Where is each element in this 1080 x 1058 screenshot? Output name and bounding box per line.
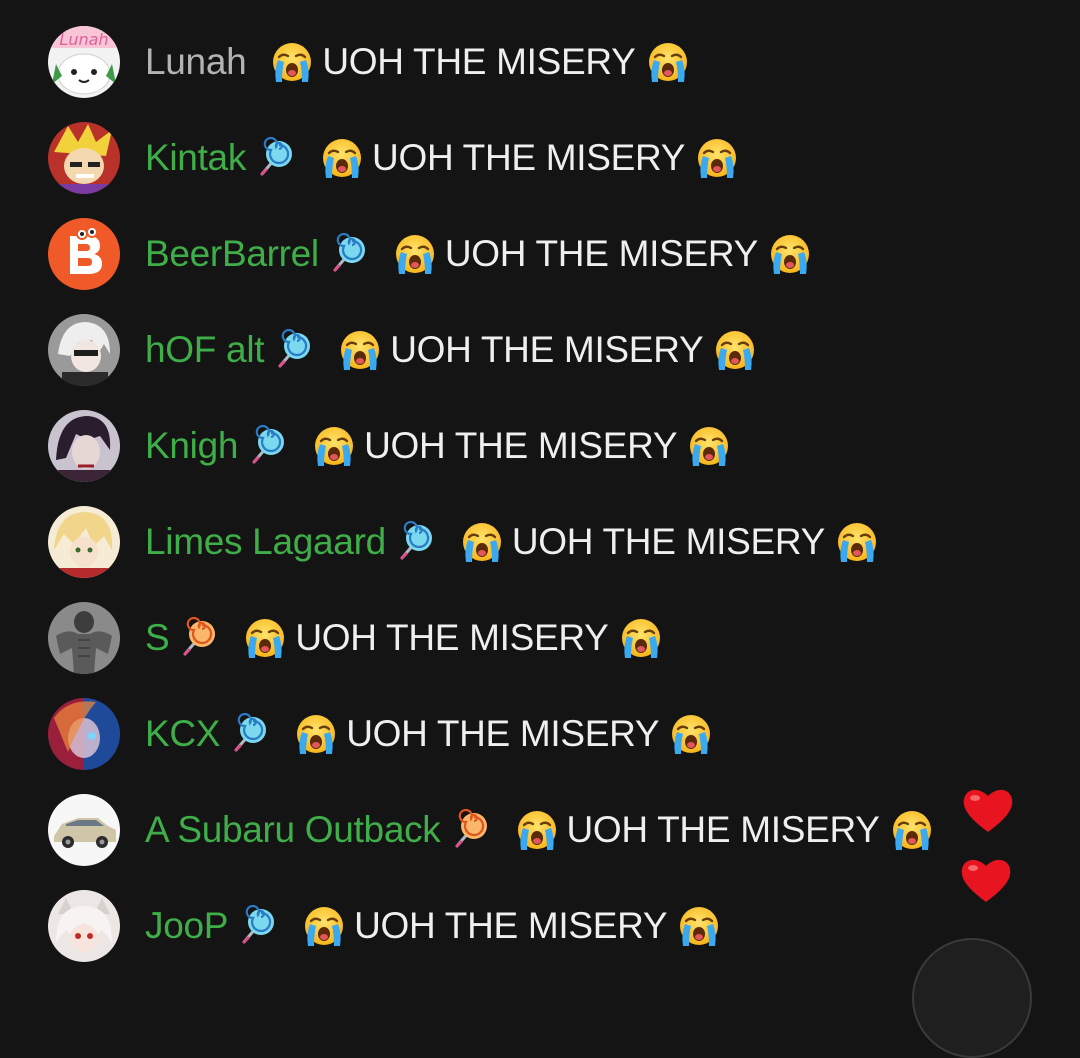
author-name[interactable]: S	[145, 617, 170, 659]
loudly-crying-face-icon	[768, 232, 812, 276]
author-name[interactable]: A Subaru Outback	[145, 809, 441, 851]
lollipop-badge-icon	[175, 616, 219, 660]
car-avatar-icon	[48, 794, 120, 866]
message-text: UOH THE MISERY	[566, 809, 880, 850]
red-heart-icon	[958, 854, 1014, 906]
author-name[interactable]: KCX	[145, 713, 220, 755]
loudly-crying-face-icon	[243, 616, 287, 660]
lollipop-badge-icon	[325, 232, 369, 276]
chat-list: Lunah Lunah UOH THE MISERY Kintak UOH TH…	[0, 14, 1080, 974]
lollipop-badge-icon	[447, 808, 491, 852]
loudly-crying-face-icon	[338, 328, 382, 372]
loudly-crying-face-icon	[646, 40, 690, 84]
avatar[interactable]	[48, 698, 120, 770]
avatar[interactable]	[48, 218, 120, 290]
message-text: UOH THE MISERY	[364, 425, 678, 466]
loudly-crying-face-icon	[619, 616, 663, 660]
message-text: UOH THE MISERY	[346, 713, 660, 754]
author-name[interactable]: Limes Lagaard	[145, 521, 386, 563]
message-text: UOH THE MISERY	[372, 137, 686, 178]
red-heart-icon	[960, 784, 1016, 836]
message-text: UOH THE MISERY	[511, 521, 825, 562]
loudly-crying-face-icon	[515, 808, 559, 852]
muscular-figure-avatar-icon	[48, 602, 120, 674]
orange-b-logo-avatar-icon	[48, 218, 120, 290]
loudly-crying-face-icon	[695, 136, 739, 180]
loudly-crying-face-icon	[713, 328, 757, 372]
message-text: UOH THE MISERY	[354, 905, 668, 946]
avatar[interactable]	[48, 602, 120, 674]
author-name[interactable]: Lunah	[145, 41, 247, 83]
avatar[interactable]	[48, 314, 120, 386]
avatar[interactable]	[48, 506, 120, 578]
author-name[interactable]: BeerBarrel	[145, 233, 319, 275]
chat-message[interactable]: KCX UOH THE MISERY	[0, 686, 1080, 782]
white-hair-character-avatar-icon	[48, 314, 120, 386]
white-hair-anime-avatar-icon	[48, 890, 120, 962]
scroll-to-bottom-button[interactable]	[912, 938, 1032, 1058]
message-text: UOH THE MISERY	[322, 41, 636, 82]
avatar[interactable]: Lunah	[48, 26, 120, 98]
dark-hair-character-avatar-icon	[48, 410, 120, 482]
avatar[interactable]	[48, 410, 120, 482]
lollipop-badge-icon	[234, 904, 278, 948]
chat-message[interactable]: Limes Lagaard UOH THE MISERY	[0, 494, 1080, 590]
loudly-crying-face-icon	[687, 424, 731, 468]
message-text: UOH THE MISERY	[295, 617, 609, 658]
loudly-crying-face-icon	[835, 520, 879, 564]
avatar-logo-lettering: Lunah	[59, 30, 108, 49]
loudly-crying-face-icon	[460, 520, 504, 564]
loudly-crying-face-icon	[270, 40, 314, 84]
author-name[interactable]: Kintak	[145, 137, 246, 179]
loudly-crying-face-icon	[393, 232, 437, 276]
lollipop-badge-icon	[244, 424, 288, 468]
loudly-crying-face-icon	[677, 904, 721, 948]
lollipop-badge-icon	[270, 328, 314, 372]
loudly-crying-face-icon	[294, 712, 338, 756]
blue-red-portrait-avatar-icon	[48, 698, 120, 770]
chat-message[interactable]: hOF alt UOH THE MISERY	[0, 302, 1080, 398]
avatar[interactable]	[48, 890, 120, 962]
loudly-crying-face-icon	[890, 808, 934, 852]
blonde-character-avatar-icon	[48, 506, 120, 578]
message-text: UOH THE MISERY	[390, 329, 704, 370]
lollipop-badge-icon	[392, 520, 436, 564]
loudly-crying-face-icon	[312, 424, 356, 468]
loudly-crying-face-icon	[302, 904, 346, 948]
white-cat-avatar-icon: Lunah	[48, 26, 120, 98]
yellow-hair-character-avatar-icon	[48, 122, 120, 194]
chat-message[interactable]: Knigh UOH THE MISERY	[0, 398, 1080, 494]
lollipop-badge-icon	[226, 712, 270, 756]
chat-message[interactable]: BeerBarrel UOH THE MISERY	[0, 206, 1080, 302]
chat-message[interactable]: Kintak UOH THE MISERY	[0, 110, 1080, 206]
loudly-crying-face-icon	[669, 712, 713, 756]
message-text: UOH THE MISERY	[444, 233, 758, 274]
loudly-crying-face-icon	[320, 136, 364, 180]
author-name[interactable]: Knigh	[145, 425, 238, 467]
author-name[interactable]: hOF alt	[145, 329, 265, 371]
avatar[interactable]	[48, 122, 120, 194]
lollipop-badge-icon	[252, 136, 296, 180]
chat-message[interactable]: S UOH THE MISERY	[0, 590, 1080, 686]
chat-message[interactable]: Lunah Lunah UOH THE MISERY	[0, 14, 1080, 110]
author-name[interactable]: JooP	[145, 905, 228, 947]
avatar[interactable]	[48, 794, 120, 866]
chat-message[interactable]: JooP UOH THE MISERY	[0, 878, 1080, 974]
chat-message[interactable]: A Subaru Outback UOH THE MISERY	[0, 782, 1080, 878]
